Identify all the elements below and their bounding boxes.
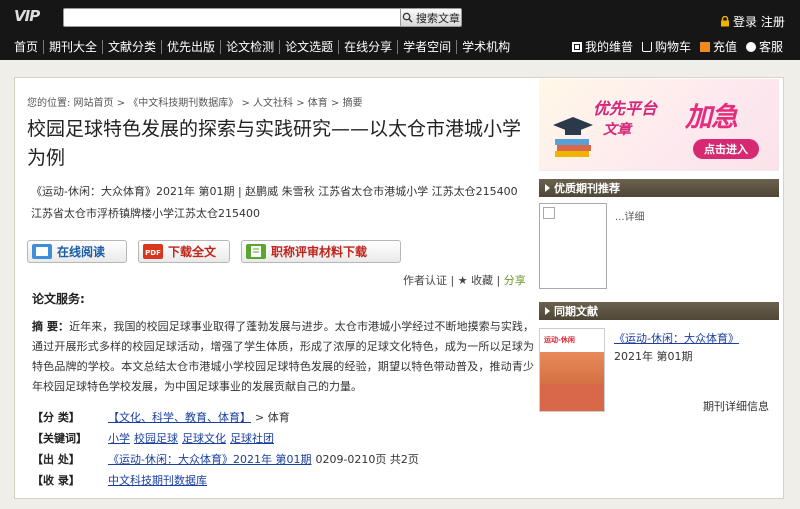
nav-item-scholars[interactable]: 学者空间 (398, 40, 458, 54)
download-button[interactable]: PDF 下载全文 (138, 240, 230, 263)
recharge-link[interactable]: 充值 (700, 40, 737, 54)
page-title: 校园足球特色发展的探索与实践研究——以太仓市港城小学为例 (27, 118, 522, 169)
service-icon (746, 42, 757, 52)
recharge-icon (700, 42, 711, 52)
journal-cover[interactable]: 运动-休闲 (539, 328, 605, 412)
nav-item-priority[interactable]: 优先出版 (162, 40, 222, 54)
article-info: 【分 类】 【文化、科学、教育、体育】 > 体育 【关键词】 小学 校园足球 足… (32, 406, 419, 490)
meta-line-2: 江苏省太仓市浮桥镇牌楼小学江苏太仓215400 (31, 207, 260, 220)
journal-issue: 2021年 第01期 (614, 350, 693, 363)
read-online-button[interactable]: 在线阅读 (27, 240, 127, 263)
search-button[interactable]: 搜索文章 (400, 8, 462, 27)
info-row-keywords: 【关键词】 小学 校园足球 足球文化 足球社团 (32, 430, 274, 446)
search-input[interactable] (63, 8, 401, 27)
action-buttons: 在线阅读 PDF 下载全文 职称评审材料下载 (27, 240, 401, 263)
source-link[interactable]: 《运动-休闲：大众体育》2021年 第01期 (108, 451, 311, 467)
keyword-link[interactable]: 足球文化 (182, 430, 226, 446)
main-nav: 首页 期刊大全 文献分类 优先出版 论文检测 论文选题 在线分享 学者空间 学术… (10, 40, 515, 54)
search-button-label: 搜索文章 (416, 11, 460, 25)
nav-item-share[interactable]: 在线分享 (339, 40, 399, 54)
abstract-text: 近年来，我国的校园足球事业取得了蓬勃发展与进步。太仓市港城小学经过不断地摸索与实… (32, 320, 534, 393)
database-link[interactable]: 中文科技期刊数据库 (108, 472, 207, 488)
journal-name-link[interactable]: 《运动-休闲：大众体育》 (614, 330, 739, 346)
same-issue-header: 同期文献 (539, 302, 779, 320)
my-vip-link[interactable]: 我的维普 (572, 40, 633, 54)
material-download-button[interactable]: 职称评审材料下载 (241, 240, 401, 263)
customer-service-link[interactable]: 客服 (746, 40, 783, 54)
nav-item-topics[interactable]: 论文选题 (280, 40, 340, 54)
nav-item-institutions[interactable]: 学术机构 (457, 40, 515, 54)
lock-icon (721, 16, 729, 27)
featured-journal-image[interactable] (539, 203, 607, 289)
priority-banner[interactable]: 优先平台 文章 加急 点击进入 (539, 79, 779, 171)
favorite-link[interactable]: ★ 收藏 (458, 274, 493, 287)
nav-item-journals[interactable]: 期刊大全 (44, 40, 104, 54)
abstract: 摘 要：近年来，我国的校园足球事业取得了蓬勃发展与进步。太仓市港城小学经过不断地… (32, 317, 534, 397)
article-actions: 作者认证 | ★ 收藏 | 分享 (403, 274, 526, 287)
meta-line-1: 《运动-休闲：大众体育》2021年 第01期 | 赵鹏威 朱雪秋 江苏省太仓市港… (31, 185, 518, 198)
abstract-label: 摘 要： (32, 320, 70, 333)
nav-item-home[interactable]: 首页 (10, 40, 45, 54)
user-nav: 我的维普 购物车 充值 客服 (572, 40, 783, 54)
content-panel: 您的位置: 网站首页 > 《中文科技期刊数据库》 > 人文社科 > 体育 > 摘… (14, 77, 784, 499)
featured-journals-header: 优质期刊推荐 (539, 179, 779, 197)
pdf-icon: PDF (143, 244, 163, 259)
info-row-collect: 【收 录】 中文科技期刊数据库 (32, 472, 207, 488)
document-icon (246, 244, 266, 259)
journal-detail-link[interactable]: 期刊详细信息 (703, 398, 769, 414)
cart-icon (642, 42, 653, 52)
svg-text:PDF: PDF (145, 249, 161, 257)
site-logo[interactable]: VIP (14, 7, 56, 27)
triangle-icon (545, 184, 550, 192)
info-row-class: 【分 类】 【文化、科学、教育、体育】 > 体育 (32, 409, 290, 425)
keyword-link[interactable]: 小学 (108, 430, 130, 446)
featured-more-link[interactable]: ...详细 (615, 208, 645, 223)
author-cert-link[interactable]: 作者认证 (403, 274, 447, 287)
nav-item-categories[interactable]: 文献分类 (103, 40, 163, 54)
keyword-link[interactable]: 足球社团 (230, 430, 274, 446)
keyword-link[interactable]: 校园足球 (134, 430, 178, 446)
top-bar: VIP 搜索文章 登录 注册 首页 期刊大全 文献分类 优先出版 论文检测 论文… (0, 0, 800, 60)
triangle-icon (545, 307, 550, 315)
broken-image-icon (543, 207, 555, 219)
monitor-icon (572, 42, 582, 52)
article-meta: 《运动-休闲：大众体育》2021年 第01期 | 赵鹏威 朱雪秋 江苏省太仓市港… (31, 181, 531, 225)
graduation-books-icon (553, 117, 593, 157)
breadcrumb: 您的位置: 网站首页 > 《中文科技期刊数据库》 > 人文社科 > 体育 > 摘… (27, 98, 363, 109)
info-row-source: 【出 处】 《运动-休闲：大众体育》2021年 第01期 0209-0210页 … (32, 451, 419, 467)
search-icon (402, 12, 413, 23)
cart-link[interactable]: 购物车 (642, 40, 691, 54)
enter-button[interactable]: 点击进入 (693, 139, 759, 159)
share-link[interactable]: 分享 (504, 274, 526, 287)
service-label: 论文服务: (32, 292, 85, 306)
login-register-link[interactable]: 登录 注册 (720, 13, 785, 30)
nav-item-check[interactable]: 论文检测 (221, 40, 281, 54)
class-link[interactable]: 【文化、科学、教育、体育】 (108, 409, 251, 425)
book-icon (32, 244, 52, 259)
